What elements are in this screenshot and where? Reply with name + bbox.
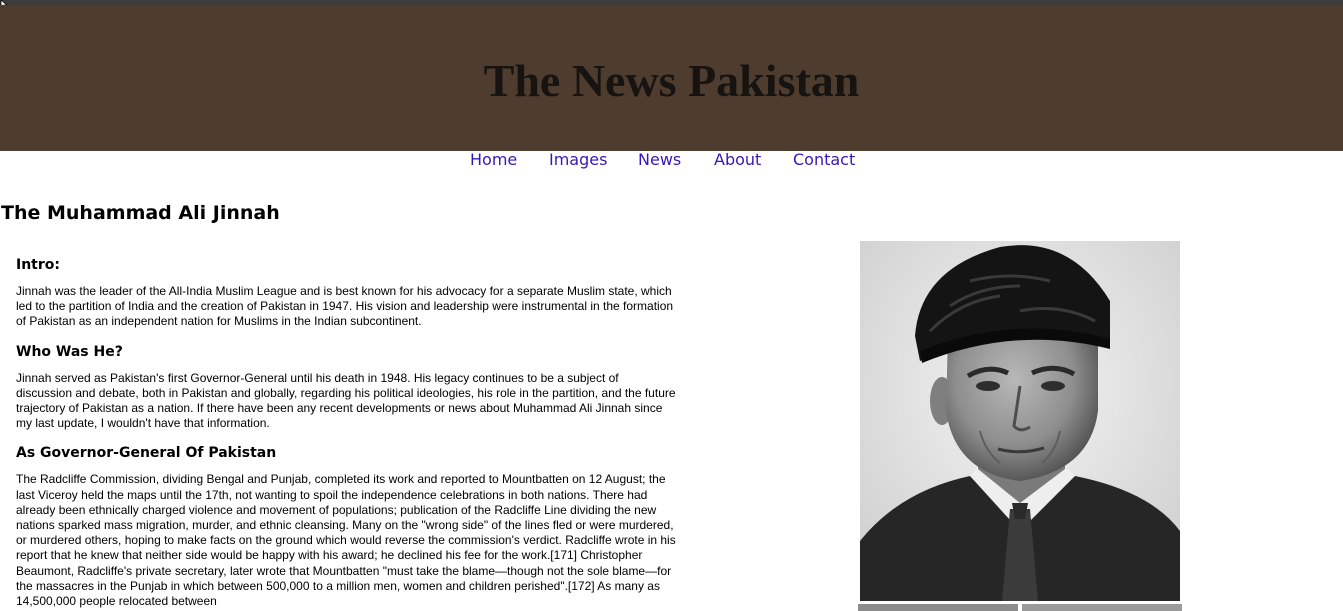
section-text-who-was-he: Jinnah served as Pakistan's first Govern… [16,370,676,431]
section-heading-who-was-he: Who Was He? [16,343,123,360]
nav-link-news[interactable]: News [638,150,681,170]
jinnah-portrait-image [860,241,1180,601]
thumbnail-image [858,604,1018,611]
nav-link-contact[interactable]: Contact [793,150,855,170]
page-title: The Muhammad Ali Jinnah [1,202,280,224]
thumbnail-image [1022,604,1182,611]
main-nav: Home Images News About Contact [0,150,1343,172]
section-heading-intro: Intro: [16,257,60,273]
site-title: The News Pakistan [483,55,860,106]
nav-link-about[interactable]: About [714,150,761,170]
nav-link-home[interactable]: Home [470,150,517,170]
nav-link-images[interactable]: Images [549,150,607,170]
section-text-governor-general: The Radcliffe Commission, dividing Benga… [16,472,676,609]
site-header: The News Pakistan [0,5,1343,151]
section-heading-governor-general: As Governor-General Of Pakistan [16,445,277,462]
article-content: Intro: Jinnah was the leader of the All-… [16,255,676,611]
section-text-intro: Jinnah was the leader of the All-India M… [16,284,674,329]
